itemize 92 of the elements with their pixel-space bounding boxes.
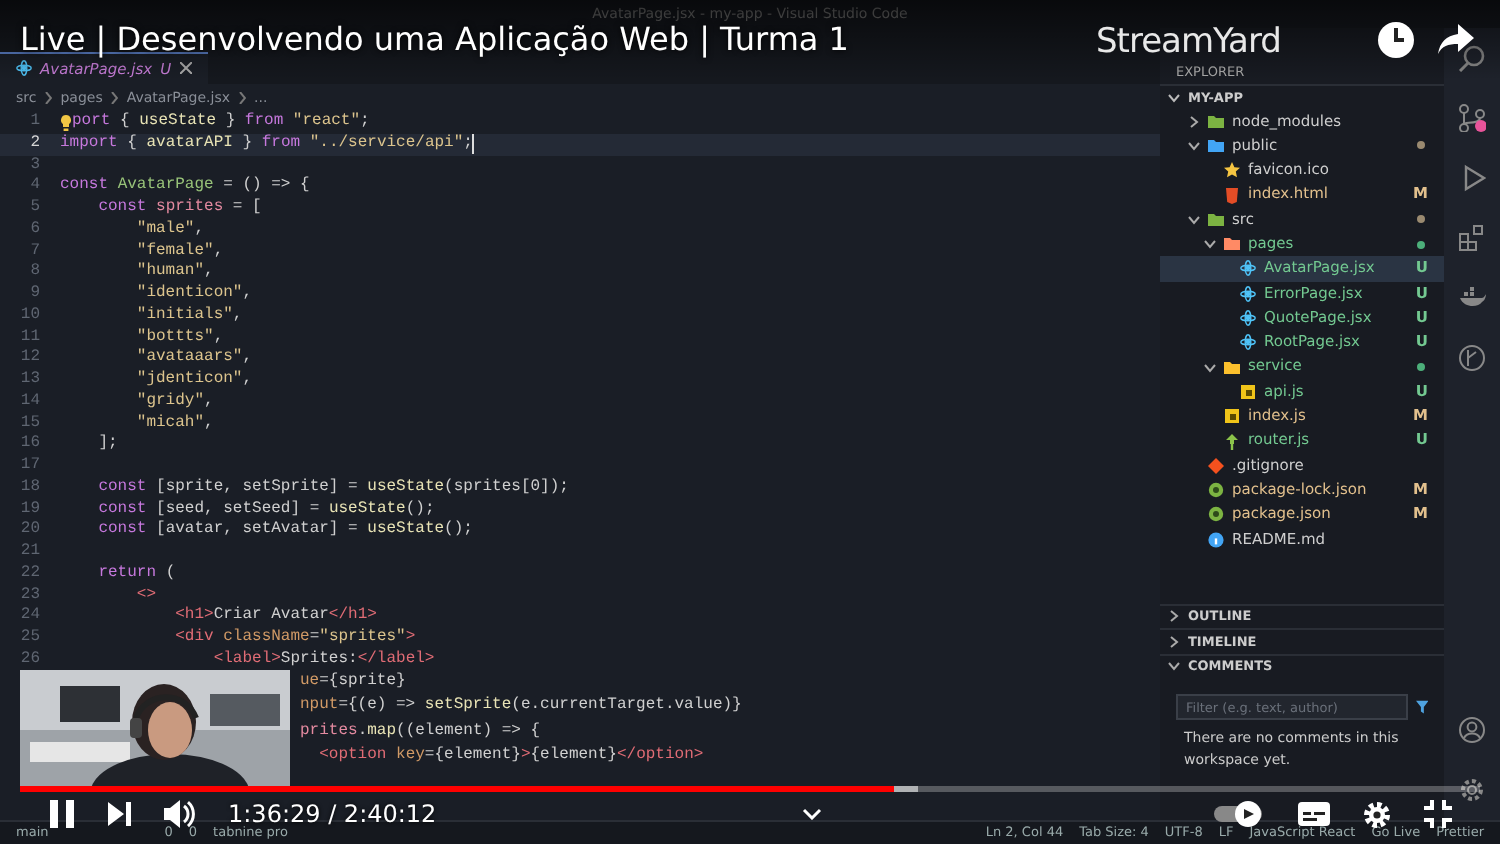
close-icon[interactable] [179,62,192,75]
line-number: 6 [30,219,40,238]
line-number: 10 [20,305,40,324]
code-line: "initials", [134,305,243,327]
search-icon[interactable] [1458,44,1486,72]
info-icon [1208,531,1224,548]
code-line: <> [134,585,157,607]
code-line: import { avatarAPI } from "../service/api"; [60,133,473,155]
chevron-down-icon[interactable] [802,808,822,820]
star-icon [1224,162,1240,179]
react-icon [16,60,32,77]
line-number: 11 [20,327,40,345]
autoplay-toggle-icon[interactable] [1214,800,1266,828]
subtitles-icon[interactable] [1298,802,1330,826]
share-icon[interactable] [1436,22,1476,58]
line-number: 14 [20,391,40,410]
line-number: 24 [20,606,40,625]
react-icon [1240,310,1256,327]
chevron-down-icon [1168,91,1180,104]
account-icon[interactable] [1458,716,1486,744]
exit-fullscreen-icon[interactable] [1424,800,1452,828]
code-line: prites.map((element) => { [300,721,541,743]
code-line: nput={(e) => setSprite(e.currentTarget.value)} [300,696,742,718]
chevron-right-icon [238,92,247,104]
git-graph-icon[interactable] [1458,344,1486,372]
diamond-icon [1208,457,1224,474]
code-line: <h1>Criar Avatar</h1> [173,606,377,628]
code-line: const AvatarPage = () => { [60,176,310,198]
line-number: 5 [30,198,40,216]
code-line: "human", [134,262,214,284]
code-line: port { useState } from "react"; [72,112,370,134]
line-number: 19 [20,499,40,517]
status-dot-icon [1416,362,1426,373]
code-line: const [sprite, setSprite] = useState(sprites[0]); [96,477,569,499]
filter-icon[interactable] [1415,700,1428,714]
lightbulb-icon[interactable] [60,114,72,132]
react-icon [1240,334,1256,351]
brand-logo: StreamYard [1096,26,1281,60]
code-line: "jdenticon", [134,370,253,392]
status-dot-icon [1416,239,1426,250]
clock-icon[interactable] [1376,20,1416,60]
status-dot-icon [1416,140,1426,151]
chevron-right-icon [110,92,119,104]
extensions-icon[interactable] [1458,224,1486,252]
line-number: 26 [20,649,40,668]
line-number: 3 [30,155,40,173]
code-line: "male", [134,219,205,241]
line-number: 16 [20,434,40,453]
code-line: ]; [96,434,118,456]
line-number: 17 [20,456,40,474]
line-number: 25 [20,628,40,646]
line-number: 2 [30,133,40,152]
line-number: 8 [30,262,40,281]
code-line: "female", [134,241,224,262]
pause-icon[interactable] [48,798,76,830]
react-icon [1240,285,1256,302]
line-number: 15 [20,413,40,431]
line-number: 20 [20,520,40,539]
code-line: ue={sprite} [300,671,406,693]
code-line: "gridy", [134,391,214,413]
line-number: 12 [20,348,40,367]
code-line: const sprites = [ [96,198,262,220]
settings-icon[interactable] [1458,776,1486,804]
line-number: 18 [20,477,40,496]
code-line: const [avatar, setAvatar] = useState(); [96,520,473,542]
line-number: 21 [20,542,40,560]
line-number: 1 [30,112,40,130]
code-line: "bottts", [134,327,224,348]
whale-icon[interactable] [1458,284,1486,312]
chevron-right-icon [44,92,53,104]
line-number: 22 [20,563,40,582]
status-dot-icon [1416,214,1426,225]
text-cursor [472,133,475,154]
volume-icon[interactable] [164,800,196,828]
code-line: <div className="sprites"> [173,628,416,650]
line-number: 4 [30,176,40,195]
line-number: 7 [30,241,40,259]
line-number: 9 [30,284,40,302]
code-line: return ( [96,563,176,585]
code-line: "avataaars", [134,348,253,370]
react-icon [1240,260,1256,277]
code-line: "identicon", [134,284,253,306]
code-line: "micah", [134,413,214,435]
source-control-icon[interactable] [1458,104,1486,132]
code-line: const [seed, setSeed] = useState(); [96,499,435,520]
html-file-icon [1224,187,1240,204]
line-number: 13 [20,370,40,388]
code-line: <label>Sprites:</label> [211,649,435,671]
next-icon[interactable] [108,802,132,826]
code-line: <option key={element}>{element}</option> [317,746,704,768]
line-number: 23 [20,585,40,603]
folder-icon [1224,359,1240,376]
